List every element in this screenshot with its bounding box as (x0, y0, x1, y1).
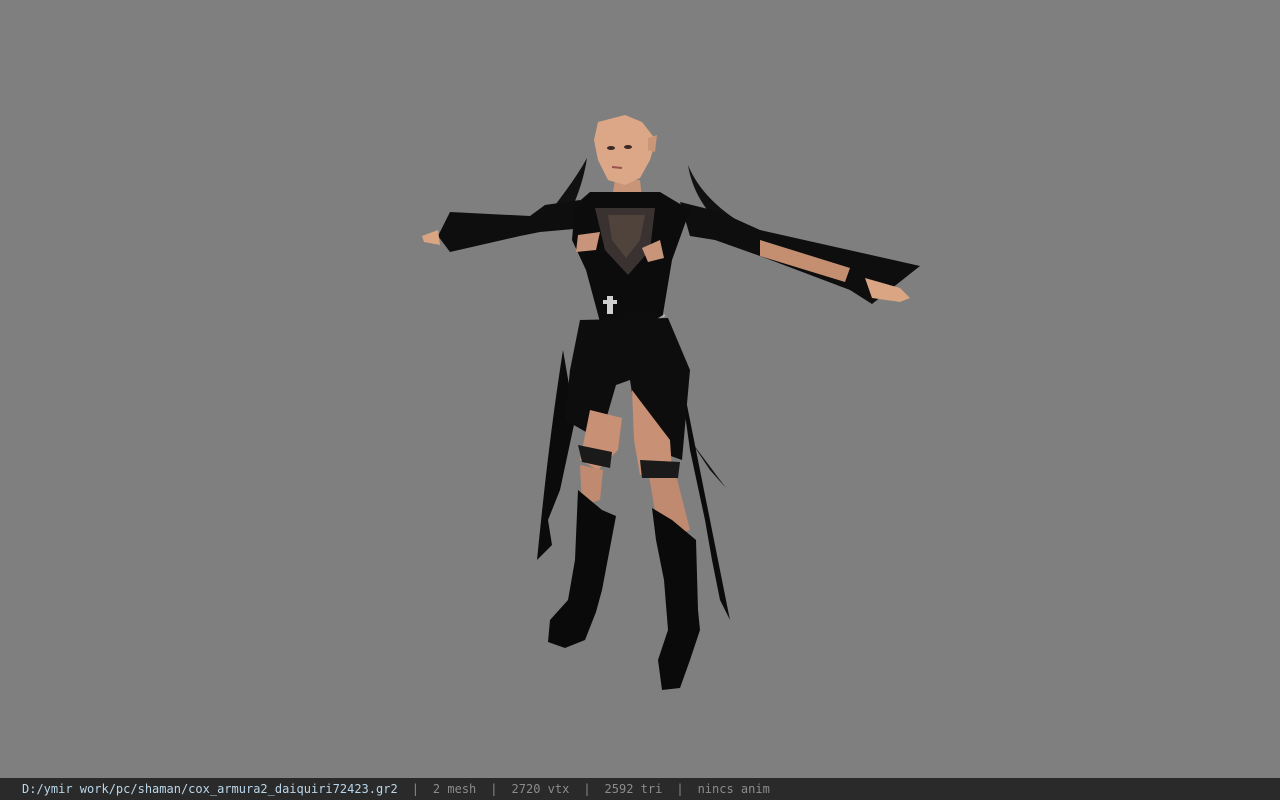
right-garter (640, 460, 680, 478)
left-sleeve (438, 200, 585, 252)
skirt (565, 318, 690, 460)
status-bar: D:/ymir work/pc/shaman/cox_armura2_daiqu… (0, 778, 1280, 800)
left-hand (422, 230, 440, 245)
mesh-count: 2 mesh (432, 782, 477, 796)
vertex-count: 2720 vtx (511, 782, 570, 796)
left-eye (607, 146, 615, 150)
left-boot (548, 490, 616, 648)
triangle-count: 2592 tri (604, 782, 663, 796)
right-eye (624, 145, 632, 149)
anim-status: nincs anim (697, 782, 770, 796)
character-model[interactable] (0, 0, 1280, 778)
file-path: D:/ymir work/pc/shaman/cox_armura2_daiqu… (22, 782, 398, 796)
separator: | (676, 782, 684, 796)
separator: | (583, 782, 591, 796)
3d-viewport[interactable] (0, 0, 1280, 778)
separator: | (490, 782, 498, 796)
separator: | (411, 782, 419, 796)
mouth (611, 166, 623, 169)
head (594, 115, 656, 185)
right-boot (652, 508, 700, 690)
